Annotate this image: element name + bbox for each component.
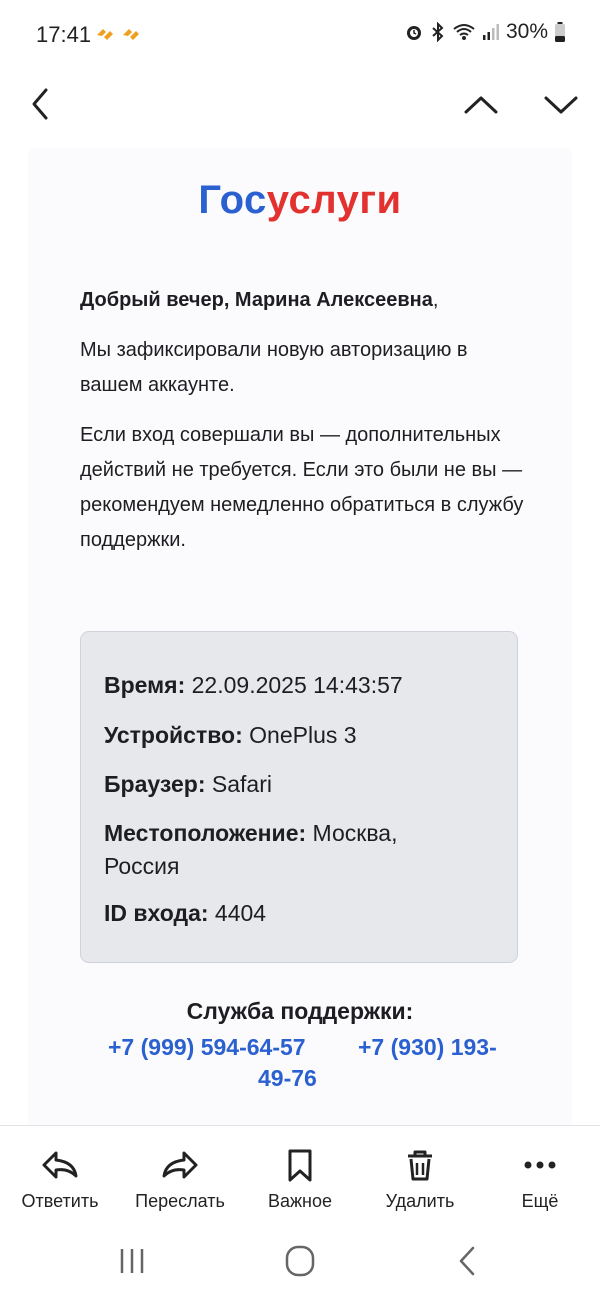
- forward-button[interactable]: Переслать: [120, 1148, 240, 1212]
- notification-orange-icon: [97, 29, 113, 40]
- paragraph-authorization: Мы зафиксировали новую авторизацию в ваш…: [80, 339, 468, 396]
- battery-icon: [555, 22, 565, 42]
- detail-browser: Браузер: Safari: [104, 768, 504, 801]
- logo-part-red: услуги: [266, 178, 402, 222]
- support-phone-link-1[interactable]: +7 (999) 594-64-57: [108, 1032, 306, 1063]
- detail-login-id-value: 4404: [208, 900, 267, 926]
- recent-apps-icon[interactable]: [110, 1241, 154, 1281]
- next-message-icon[interactable]: [540, 84, 582, 124]
- important-label: Важное: [267, 1191, 333, 1211]
- more-dots-icon: [524, 1161, 556, 1169]
- greeting-name: Добрый вечер, Марина Алексеевна: [80, 289, 433, 311]
- bluetooth-icon: [432, 22, 444, 42]
- support-title: Служба поддержки:: [186, 998, 414, 1024]
- detail-location-label: Местоположение:: [104, 820, 307, 846]
- alarm-icon: [406, 26, 421, 40]
- detail-login-id-label: ID входа:: [104, 900, 209, 926]
- greeting-comma: ,: [432, 289, 439, 311]
- forward-icon: [162, 1151, 198, 1179]
- system-navigation-bar: [0, 1225, 600, 1299]
- login-details-box: Время: 22.09.2025 14:43:57 Устройство: O…: [80, 631, 518, 963]
- gosuslugi-logo: Госуслуги: [28, 178, 572, 223]
- delete-label: Удалить: [385, 1191, 455, 1211]
- status-right: 30%: [404, 20, 566, 44]
- forward-label: Переслать: [135, 1191, 225, 1211]
- detail-time: Время: 22.09.2025 14:43:57: [104, 669, 504, 702]
- wifi-icon: [453, 24, 475, 40]
- greeting: Добрый вечер, Марина Алексеевна,: [80, 283, 530, 318]
- message-nav-bar: [0, 70, 600, 140]
- more-button[interactable]: Ещё: [480, 1148, 600, 1212]
- detail-login-id: ID входа: 4404: [104, 897, 504, 930]
- support-phone-link-2[interactable]: +7 (930) 193-: [358, 1032, 497, 1063]
- message-actions-toolbar: Ответить Переслать Важное Удалить Ещё: [0, 1125, 600, 1226]
- detail-browser-label: Браузер:: [104, 771, 206, 797]
- back-chevron-icon[interactable]: [22, 84, 62, 124]
- detail-device-label: Устройство:: [104, 722, 243, 748]
- detail-device-value: OnePlus 3: [242, 722, 357, 748]
- detail-location: Местоположение: Москва, Россия: [104, 817, 434, 883]
- detail-time-label: Время:: [104, 672, 186, 698]
- reply-button[interactable]: Ответить: [0, 1148, 120, 1212]
- detail-browser-value: Safari: [205, 771, 272, 797]
- bookmark-icon: [288, 1149, 312, 1182]
- paragraph-instructions: Если вход совершали вы — дополнительных …: [80, 424, 524, 551]
- system-back-icon[interactable]: [446, 1241, 490, 1281]
- detail-device: Устройство: OnePlus 3: [104, 719, 504, 752]
- battery-percentage: 30%: [505, 20, 548, 43]
- notification-orange-icon: [123, 29, 139, 40]
- status-bar: 17:41 30%: [0, 0, 600, 70]
- delete-button[interactable]: Удалить: [360, 1148, 480, 1212]
- notification-icons: [94, 24, 142, 46]
- email-body: Госуслуги Добрый вечер, Марина Алексеевн…: [28, 148, 572, 1128]
- more-label: Ещё: [521, 1191, 559, 1211]
- status-time: 17:41: [36, 22, 92, 47]
- important-button[interactable]: Важное: [240, 1148, 360, 1212]
- trash-icon: [408, 1150, 432, 1181]
- logo-part-blue: Гос: [198, 178, 267, 222]
- detail-time-value: 22.09.2025 14:43:57: [185, 672, 403, 698]
- previous-message-icon[interactable]: [460, 84, 502, 124]
- reply-icon: [42, 1151, 78, 1179]
- reply-label: Ответить: [21, 1191, 99, 1211]
- home-icon[interactable]: [278, 1241, 322, 1281]
- signal-icon: [482, 24, 499, 40]
- support-phone-link-2-continued[interactable]: 49-76: [258, 1063, 317, 1094]
